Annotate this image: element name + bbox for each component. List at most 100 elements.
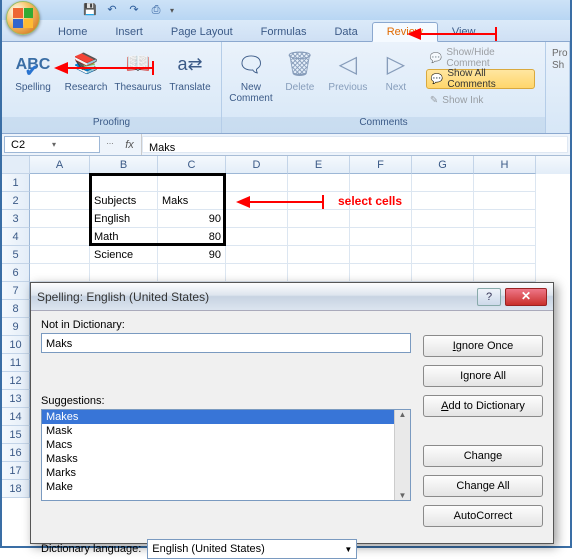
cell[interactable]: 90 (158, 246, 226, 264)
col-header-f[interactable]: F (350, 156, 412, 174)
thesaurus-button[interactable]: 📖 Thesaurus (114, 46, 162, 93)
cell[interactable] (288, 174, 350, 192)
cell[interactable] (288, 246, 350, 264)
row-header[interactable]: 4 (2, 228, 30, 246)
cell[interactable] (226, 246, 288, 264)
tab-review[interactable]: Review (372, 22, 438, 42)
row-header[interactable]: 16 (2, 444, 30, 462)
new-comment-button[interactable]: 🗨 New Comment (228, 46, 274, 104)
cell[interactable] (30, 246, 90, 264)
row-header[interactable]: 8 (2, 300, 30, 318)
scroll-down-icon[interactable]: ▼ (399, 491, 407, 500)
show-all-comments[interactable]: 💬Show All Comments (426, 69, 535, 89)
row-header[interactable]: 13 (2, 390, 30, 408)
cell[interactable] (350, 210, 412, 228)
cell[interactable] (474, 192, 536, 210)
suggestion-item[interactable]: Makes (42, 410, 394, 424)
qat-dropdown-icon[interactable]: ▾ (170, 6, 180, 15)
cell[interactable] (474, 264, 536, 282)
print-icon[interactable]: ⎙ (148, 2, 164, 18)
change-all-button[interactable]: Change All (423, 475, 543, 497)
cell[interactable] (30, 228, 90, 246)
cell[interactable] (412, 192, 474, 210)
row-header[interactable]: 1 (2, 174, 30, 192)
row-header[interactable]: 2 (2, 192, 30, 210)
cell[interactable] (90, 264, 158, 282)
tab-home[interactable]: Home (44, 23, 101, 41)
cell[interactable] (474, 210, 536, 228)
cell[interactable] (350, 246, 412, 264)
show-hide-comment[interactable]: 💬Show/Hide Comment (426, 48, 535, 68)
translate-button[interactable]: a⇄ Translate (166, 46, 214, 93)
suggestion-item[interactable]: Make (42, 480, 394, 494)
suggestion-item[interactable]: Macs (42, 438, 394, 452)
col-header-c[interactable]: C (158, 156, 226, 174)
add-to-dict-button[interactable]: Add to Dictionary (423, 395, 543, 417)
research-button[interactable]: 📚 Research (62, 46, 110, 93)
fx-icon[interactable]: fx (118, 134, 142, 155)
not-in-dict-input[interactable]: Maks (41, 333, 411, 353)
tab-data[interactable]: Data (320, 23, 371, 41)
tab-formulas[interactable]: Formulas (247, 23, 321, 41)
cell[interactable]: Math (90, 228, 158, 246)
cell[interactable] (412, 210, 474, 228)
cell[interactable] (30, 210, 90, 228)
cell[interactable] (288, 210, 350, 228)
tab-view[interactable]: View (438, 23, 490, 41)
next-comment-button[interactable]: ▷ Next (374, 46, 418, 93)
cell[interactable] (226, 210, 288, 228)
cell[interactable] (412, 174, 474, 192)
tab-page-layout[interactable]: Page Layout (157, 23, 247, 41)
col-header-e[interactable]: E (288, 156, 350, 174)
dialog-titlebar[interactable]: Spelling: English (United States) ? ✕ (31, 283, 553, 311)
cell[interactable] (412, 264, 474, 282)
cell[interactable] (350, 228, 412, 246)
cell[interactable] (226, 264, 288, 282)
row-header[interactable]: 10 (2, 336, 30, 354)
namebox-expand[interactable]: ⋯ (102, 134, 118, 155)
cell[interactable] (30, 192, 90, 210)
cell[interactable] (474, 228, 536, 246)
row-header[interactable]: 14 (2, 408, 30, 426)
cell[interactable] (30, 264, 90, 282)
list-scrollbar[interactable]: ▲▼ (394, 410, 410, 500)
row-header[interactable]: 5 (2, 246, 30, 264)
row-header[interactable]: 18 (2, 480, 30, 498)
cell[interactable]: Maks (158, 192, 226, 210)
scroll-up-icon[interactable]: ▲ (399, 410, 407, 419)
cell[interactable]: 90 (158, 210, 226, 228)
col-header-b[interactable]: B (90, 156, 158, 174)
cell[interactable] (288, 228, 350, 246)
cell[interactable] (412, 246, 474, 264)
row-header[interactable]: 11 (2, 354, 30, 372)
save-icon[interactable]: 💾 (82, 2, 98, 18)
row-header[interactable]: 17 (2, 462, 30, 480)
suggestion-item[interactable]: Masks (42, 452, 394, 466)
cell[interactable]: Science (90, 246, 158, 264)
ignore-all-button[interactable]: Ignore All (423, 365, 543, 387)
ignore-once-button[interactable]: Ignore Once (423, 335, 543, 357)
dialog-close-button[interactable]: ✕ (505, 288, 547, 306)
row-header[interactable]: 15 (2, 426, 30, 444)
cell[interactable] (350, 264, 412, 282)
row-header[interactable]: 9 (2, 318, 30, 336)
name-box[interactable]: C2▾ (4, 136, 100, 153)
previous-comment-button[interactable]: ◁ Previous (326, 46, 370, 93)
cell[interactable] (226, 174, 288, 192)
row-header[interactable]: 7 (2, 282, 30, 300)
cell[interactable]: 80 (158, 228, 226, 246)
col-header-h[interactable]: H (474, 156, 536, 174)
dialog-help-button[interactable]: ? (477, 288, 501, 306)
cell[interactable] (158, 264, 226, 282)
cell[interactable] (474, 174, 536, 192)
tab-insert[interactable]: Insert (101, 23, 157, 41)
col-header-a[interactable]: A (30, 156, 90, 174)
suggestion-item[interactable]: Marks (42, 466, 394, 480)
select-all-corner[interactable] (2, 156, 30, 174)
formula-input[interactable]: Maks (142, 136, 568, 153)
show-ink[interactable]: ✎Show Ink (426, 90, 535, 110)
cell[interactable] (412, 228, 474, 246)
cell[interactable] (350, 174, 412, 192)
suggestions-list[interactable]: MakesMaskMacsMasksMarksMake ▲▼ (41, 409, 411, 501)
suggestion-item[interactable]: Mask (42, 424, 394, 438)
